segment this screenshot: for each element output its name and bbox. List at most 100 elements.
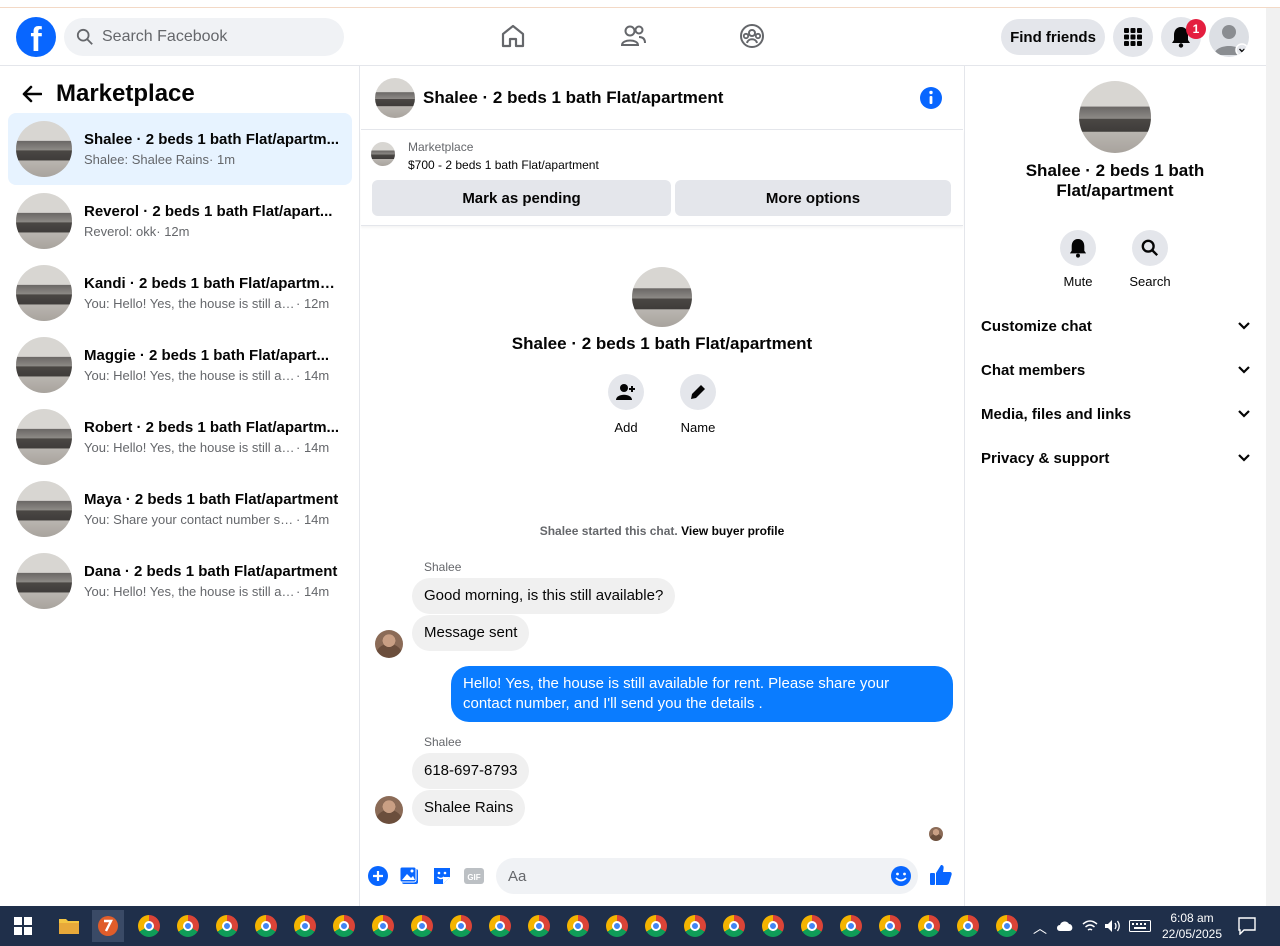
sender-avatar[interactable]	[375, 630, 403, 658]
chrome-profile-icon[interactable]	[991, 910, 1023, 942]
conversation-avatar	[16, 409, 72, 465]
my-message-bubble[interactable]: Hello! Yes, the house is still available…	[451, 666, 953, 722]
search-input[interactable]	[102, 28, 322, 46]
chrome-profile-icon[interactable]	[523, 910, 555, 942]
chrome-profile-icon[interactable]	[874, 910, 906, 942]
menu-button[interactable]	[1113, 17, 1153, 57]
more-options-button[interactable]: More options	[675, 180, 951, 216]
home-icon[interactable]	[499, 22, 527, 50]
taskbar-app-active-icon[interactable]	[92, 910, 124, 942]
add-member-action[interactable]: Add	[596, 374, 656, 435]
chrome-profile-icon[interactable]	[601, 910, 633, 942]
windows-start-icon[interactable]	[14, 917, 32, 935]
conversation-item[interactable]: Dana · 2 beds 1 bath Flat/apartment You: …	[8, 545, 352, 617]
conversation-snippet: Reverol: okk	[84, 224, 157, 239]
chrome-profile-icon[interactable]	[718, 910, 750, 942]
conversation-item[interactable]: Robert · 2 beds 1 bath Flat/apartm... You…	[8, 401, 352, 473]
window-top-strip	[0, 0, 1280, 8]
groups-icon[interactable]	[738, 22, 766, 50]
emoji-icon[interactable]	[890, 865, 912, 887]
conversation-name: Dana · 2 beds 1 bath Flat/apartment	[84, 563, 338, 580]
conversation-item[interactable]: Reverol · 2 beds 1 bath Flat/apart... Rev…	[8, 185, 352, 257]
view-buyer-profile-link[interactable]: View buyer profile	[681, 524, 784, 538]
name-chat-action[interactable]: Name	[668, 374, 728, 435]
listing-price-title[interactable]: $700 - 2 beds 1 bath Flat/apartment	[408, 158, 599, 172]
account-avatar[interactable]	[1209, 17, 1249, 57]
conversation-item[interactable]: Kandi · 2 beds 1 bath Flat/apartment You:…	[8, 257, 352, 329]
conversation-item[interactable]: Maya · 2 beds 1 bath Flat/apartment You: …	[8, 473, 352, 545]
chrome-profile-icon[interactable]	[952, 910, 984, 942]
section-privacy-support[interactable]: Privacy & support	[981, 438, 1251, 478]
chrome-profile-icon[interactable]	[406, 910, 438, 942]
taskbar-clock[interactable]: 6:08 am 22/05/2025	[1158, 910, 1226, 942]
like-thumb-icon[interactable]	[929, 863, 953, 887]
grid-menu-icon	[1124, 28, 1142, 46]
sticker-icon[interactable]	[431, 865, 453, 887]
notification-center-icon[interactable]	[1238, 917, 1256, 935]
wifi-icon[interactable]	[1082, 919, 1098, 933]
chrome-profile-icon[interactable]	[250, 910, 282, 942]
friends-icon[interactable]	[619, 22, 647, 50]
windows-taskbar: ︿ 6:08 am 22/05/2025	[0, 906, 1280, 946]
message-bubble[interactable]: Good morning, is this still available?	[412, 578, 676, 614]
chrome-profile-icon[interactable]	[445, 910, 477, 942]
file-explorer-icon[interactable]	[53, 910, 85, 942]
search-box[interactable]	[64, 18, 344, 56]
chrome-profile-icon[interactable]	[562, 910, 594, 942]
conversation-item[interactable]: Shalee · 2 beds 1 bath Flat/apartm... Sha…	[8, 113, 352, 185]
chrome-profile-icon[interactable]	[757, 910, 789, 942]
pencil-icon	[691, 385, 705, 399]
conversation-name: Shalee · 2 beds 1 bath Flat/apartm...	[84, 131, 340, 148]
chrome-profile-icon[interactable]	[367, 910, 399, 942]
section-customize-chat[interactable]: Customize chat	[981, 306, 1251, 346]
chrome-profile-icon[interactable]	[133, 910, 165, 942]
onedrive-cloud-icon[interactable]	[1056, 920, 1074, 932]
message-bubble[interactable]: 618-697-8793	[412, 753, 530, 789]
message-bubble[interactable]: Message sent	[412, 615, 530, 651]
listing-thumbnail[interactable]	[371, 142, 395, 166]
tray-chevron-icon[interactable]: ︿	[1033, 918, 1047, 938]
back-button[interactable]	[16, 78, 48, 110]
page-scrollbar[interactable]	[1266, 8, 1280, 906]
section-media-files-links[interactable]: Media, files and links	[981, 394, 1251, 434]
listing-avatar[interactable]	[375, 77, 415, 118]
message-input[interactable]	[508, 867, 868, 885]
conversation-avatar	[16, 337, 72, 393]
chrome-profile-icon[interactable]	[913, 910, 945, 942]
chrome-profile-icon[interactable]	[640, 910, 672, 942]
volume-icon[interactable]	[1104, 919, 1122, 933]
message-input-box[interactable]	[496, 858, 918, 894]
plus-icon[interactable]	[367, 865, 389, 887]
details-avatar[interactable]	[1079, 81, 1151, 153]
mute-action[interactable]: Mute	[1048, 230, 1108, 289]
message-bubble[interactable]: Shalee Rains	[412, 790, 526, 826]
chrome-profile-icon[interactable]	[328, 910, 360, 942]
chat-title[interactable]: Shalee · 2 beds 1 bath Flat/apartment	[423, 88, 723, 108]
chrome-profile-icon[interactable]	[289, 910, 321, 942]
chat-panel: Shalee · 2 beds 1 bath Flat/apartment Ma…	[361, 66, 963, 906]
add-person-icon	[616, 384, 635, 400]
chrome-profile-icon[interactable]	[172, 910, 204, 942]
conversation-avatar	[16, 481, 72, 537]
profile-icon	[1214, 25, 1249, 57]
photo-icon[interactable]	[399, 865, 421, 887]
conversation-avatar	[16, 265, 72, 321]
chevron-down-icon	[1238, 322, 1250, 330]
chrome-profile-icon[interactable]	[679, 910, 711, 942]
gif-icon[interactable]: GIF	[463, 865, 485, 887]
chat-intro-title: Shalee · 2 beds 1 bath Flat/apartment	[511, 334, 813, 353]
keyboard-icon[interactable]	[1129, 920, 1151, 932]
chrome-profile-icon[interactable]	[484, 910, 516, 942]
sender-avatar[interactable]	[375, 796, 403, 824]
search-in-chat-action[interactable]: Search	[1120, 230, 1180, 289]
facebook-logo[interactable]: f	[16, 17, 56, 57]
conversation-snippet: You: Hello! Yes, the house is still avai…	[84, 368, 296, 383]
chrome-profile-icon[interactable]	[835, 910, 867, 942]
find-friends-button[interactable]: Find friends	[1001, 19, 1105, 55]
info-icon[interactable]	[919, 86, 943, 110]
mark-as-pending-button[interactable]: Mark as pending	[372, 180, 671, 216]
chrome-profile-icon[interactable]	[211, 910, 243, 942]
chrome-profile-icon[interactable]	[796, 910, 828, 942]
conversation-item[interactable]: Maggie · 2 beds 1 bath Flat/apart... You:…	[8, 329, 352, 401]
section-chat-members[interactable]: Chat members	[981, 350, 1251, 390]
